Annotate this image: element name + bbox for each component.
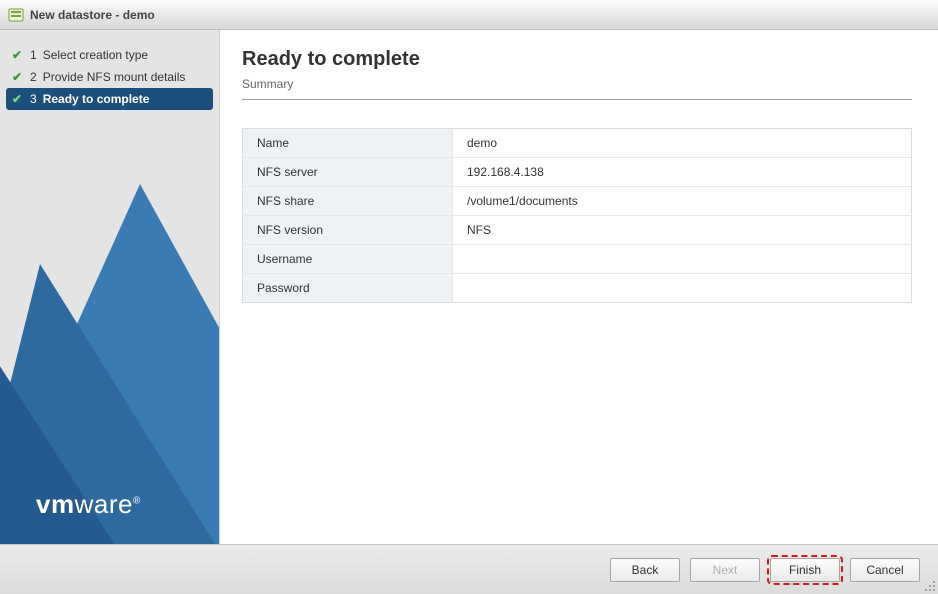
step-label: Select creation type: [43, 48, 148, 62]
table-row: Name demo: [243, 129, 912, 158]
wizard-sidebar: ✔ 1 Select creation type ✔ 2 Provide NFS…: [0, 30, 220, 544]
summary-value-nfs-server: 192.168.4.138: [453, 158, 912, 187]
step-number: 3: [30, 92, 37, 106]
cancel-button[interactable]: Cancel: [850, 558, 920, 582]
main-content: Ready to complete Summary Name demo NFS …: [220, 30, 938, 544]
table-row: NFS share /volume1/documents: [243, 187, 912, 216]
page-subheading: Summary: [242, 77, 912, 100]
summary-key-name: Name: [243, 129, 453, 158]
step-ready-to-complete[interactable]: ✔ 3 Ready to complete: [6, 88, 213, 110]
summary-value-name: demo: [453, 129, 912, 158]
table-row: Password: [243, 274, 912, 303]
summary-key-nfs-version: NFS version: [243, 216, 453, 245]
table-row: Username: [243, 245, 912, 274]
summary-key-nfs-share: NFS share: [243, 187, 453, 216]
summary-value-password: [453, 274, 912, 303]
back-button[interactable]: Back: [610, 558, 680, 582]
table-row: NFS version NFS: [243, 216, 912, 245]
wizard-footer: Back Next Finish Cancel: [0, 544, 938, 594]
step-label: Ready to complete: [43, 92, 150, 106]
checkmark-icon: ✔: [10, 48, 24, 62]
summary-value-nfs-version: NFS: [453, 216, 912, 245]
page-heading: Ready to complete: [242, 48, 912, 71]
step-select-creation-type[interactable]: ✔ 1 Select creation type: [0, 44, 219, 66]
finish-button[interactable]: Finish: [770, 558, 840, 582]
step-number: 1: [30, 48, 37, 62]
step-provide-nfs-mount-details[interactable]: ✔ 2 Provide NFS mount details: [0, 66, 219, 88]
titlebar: New datastore - demo: [0, 0, 938, 30]
wizard-steps: ✔ 1 Select creation type ✔ 2 Provide NFS…: [0, 30, 219, 110]
step-label: Provide NFS mount details: [43, 70, 186, 84]
summary-value-username: [453, 245, 912, 274]
summary-key-username: Username: [243, 245, 453, 274]
next-button: Next: [690, 558, 760, 582]
datastore-icon: [8, 7, 24, 23]
summary-key-password: Password: [243, 274, 453, 303]
table-row: NFS server 192.168.4.138: [243, 158, 912, 187]
resize-grip-icon[interactable]: [924, 580, 936, 592]
window-title: New datastore - demo: [30, 8, 155, 22]
summary-key-nfs-server: NFS server: [243, 158, 453, 187]
step-number: 2: [30, 70, 37, 84]
checkmark-icon: ✔: [10, 92, 24, 106]
checkmark-icon: ✔: [10, 70, 24, 84]
summary-value-nfs-share: /volume1/documents: [453, 187, 912, 216]
summary-table: Name demo NFS server 192.168.4.138 NFS s…: [242, 128, 912, 303]
vmware-logo: vmware®: [36, 489, 141, 520]
